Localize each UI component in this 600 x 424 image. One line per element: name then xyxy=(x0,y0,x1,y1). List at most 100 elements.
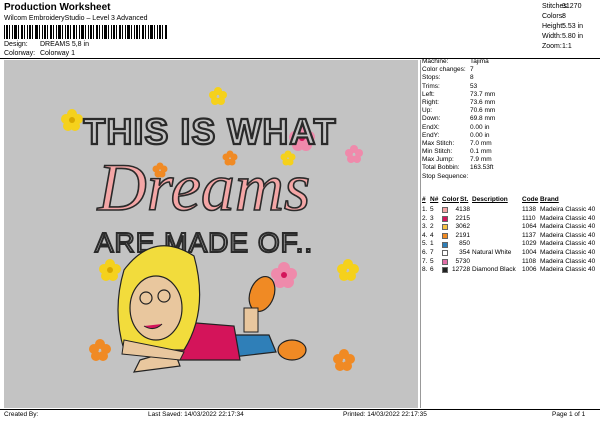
info-max-jump: Max Jump: 7.9 mm xyxy=(422,156,492,164)
info-min-stitch: Min Stitch: 0.1 mm xyxy=(422,148,492,156)
cell-brand: Madeira Classic 40 xyxy=(540,231,596,239)
software-name: Wilcom EmbroideryStudio – Level 3 Advanc… xyxy=(4,15,148,22)
embroidery-artwork: THIS IS WHAT Dreams ARE MADE OF.. xyxy=(61,87,363,373)
footer-printed: Printed: 14/03/2022 22:17:35 xyxy=(343,411,427,418)
stat-stitches: Stitches:31270 xyxy=(542,3,582,10)
stat-height: Height:5.53 in xyxy=(542,23,584,30)
design-value: DREAMS 5,8 in xyxy=(39,41,89,48)
cell-st: 354 xyxy=(459,248,470,256)
col-stitches: St. xyxy=(460,196,469,203)
cell-n: 4. xyxy=(422,231,428,239)
cell-brand: Madeira Classic 40 xyxy=(540,214,596,222)
cell-brand: Madeira Classic 40 xyxy=(540,206,596,213)
cell-n: 6. xyxy=(422,248,428,256)
cell-code: 1108 xyxy=(522,257,536,265)
cell-n2: 4 xyxy=(430,231,434,239)
cell-code: 1137 xyxy=(522,231,536,239)
color-swatch xyxy=(442,215,448,222)
cell-st: 4138 xyxy=(455,206,470,213)
info-trims: Trims: 53 xyxy=(422,82,478,90)
cell-n2: 6 xyxy=(430,266,434,274)
info-machine: Machine: Tajima xyxy=(422,58,489,65)
artwork-line-3: ARE MADE OF.. xyxy=(95,227,313,258)
color-swatch xyxy=(442,267,448,274)
info-left: Left: 73.7 mm xyxy=(422,90,496,98)
stop-sequence-row: 3. 2 3062 1064 Madeira Classic 40 xyxy=(422,223,598,232)
stop-sequence-row: 4. 4 2191 1137 Madeira Classic 40 xyxy=(422,232,598,241)
cell-st: 12728 xyxy=(452,266,471,274)
summary-stats: Stitches:31270 Colors:8 Height:5.53 in W… xyxy=(542,2,600,52)
artwork-line-2: Dreams xyxy=(97,149,311,225)
cell-n: 5. xyxy=(422,240,428,248)
cell-st: 5730 xyxy=(455,257,470,265)
cell-st: 2191 xyxy=(455,231,470,239)
cell-n2: 2 xyxy=(430,223,434,231)
cell-brand: Madeira Classic 40 xyxy=(540,257,596,265)
cell-brand: Madeira Classic 40 xyxy=(540,248,596,256)
cell-st: 850 xyxy=(459,240,470,248)
cell-n2: 1 xyxy=(430,240,434,248)
color-swatch xyxy=(442,250,448,257)
col-color: Color xyxy=(442,196,459,203)
info-right: Right: 73.6 mm xyxy=(422,98,496,106)
cell-n2: 3 xyxy=(430,214,434,222)
colorway-value: Colorway 1 xyxy=(39,50,75,57)
info-total-bobbin: Total Bobbin: 163.53ft xyxy=(422,164,494,172)
cell-code: 1110 xyxy=(522,214,536,222)
cell-code: 1004 xyxy=(522,248,537,256)
footer-created-by: Created By: xyxy=(4,411,39,418)
footer-last-saved: Last Saved: 14/03/2022 22:17:34 xyxy=(148,411,244,418)
stop-sequence-table: 1. 5 4138 1138 Madeira Classic 40 2. 3 2215 1110… xyxy=(422,206,598,275)
cell-n2: 5 xyxy=(430,206,434,213)
stop-sequence-row: 8. 6 12728 Diamond Black 1006 Madeira Classic… xyxy=(422,266,598,275)
cell-code: 1029 xyxy=(522,240,537,248)
cell-st: 3062 xyxy=(455,223,470,231)
cell-n: 8. xyxy=(422,266,428,274)
col-code: Code xyxy=(522,196,539,203)
color-swatch xyxy=(442,207,448,214)
info-endx: EndX: 0.00 in xyxy=(422,123,490,131)
cell-code: 1006 xyxy=(522,266,537,274)
cell-n2: 7 xyxy=(430,248,434,256)
cell-n: 7. xyxy=(422,257,428,265)
design-preview: THIS IS WHAT Dreams ARE MADE OF.. xyxy=(4,60,418,408)
stop-sequence-row: 2. 3 2215 1110 Madeira Classic 40 xyxy=(422,215,598,224)
color-swatch xyxy=(442,241,448,248)
cell-brand: Madeira Classic 40 xyxy=(540,266,596,274)
stop-sequence-row: 6. 7 354 Natural White 1004 Madeira Classic 4… xyxy=(422,249,598,258)
info-stops: Stops: 8 xyxy=(422,74,474,82)
cell-n2: 5 xyxy=(430,257,434,265)
stat-colors: Colors:8 xyxy=(542,13,566,20)
col-description: Description xyxy=(472,196,508,203)
color-swatch xyxy=(442,258,448,265)
col-needle: N# xyxy=(430,196,439,203)
color-swatch xyxy=(442,224,448,231)
page-title: Production Worksheet xyxy=(4,2,111,13)
cell-n: 1. xyxy=(422,206,428,213)
info-color-changes: Color changes: 7 xyxy=(422,66,474,74)
cell-description: Natural White xyxy=(472,248,512,256)
cell-n: 3. xyxy=(422,223,428,231)
info-down: Down: 69.8 mm xyxy=(422,115,496,123)
footer-page: Page 1 of 1 xyxy=(552,411,586,418)
cell-n: 2. xyxy=(422,214,428,222)
stop-sequence-row: 7. 5 5730 1108 Madeira Classic 40 xyxy=(422,258,598,267)
col-brand: Brand xyxy=(540,196,559,203)
info-max-stitch: Max Stitch: 7.0 mm xyxy=(422,139,492,147)
barcode xyxy=(4,25,167,39)
cell-code: 1064 xyxy=(522,223,537,231)
stop-sequence-title: Stop Sequence: xyxy=(422,172,469,180)
design-label: Design: xyxy=(4,41,28,48)
cell-brand: Madeira Classic 40 xyxy=(540,223,596,231)
stat-zoom: Zoom:1:1 xyxy=(542,43,572,50)
design-row: Design: DREAMS 5,8 in xyxy=(4,41,89,48)
stop-sequence-row: 1. 5 4138 1138 Madeira Classic 40 xyxy=(422,206,598,215)
stop-sequence-row: 5. 1 850 1029 Madeira Classic 40 xyxy=(422,240,598,249)
artwork-line-1: THIS IS WHAT xyxy=(83,111,336,152)
col-index: # xyxy=(422,196,426,203)
panel-divider xyxy=(420,60,421,408)
stat-width: Width:5.80 in xyxy=(542,33,584,40)
color-swatch xyxy=(442,232,448,239)
machine-info: Machine: Tajima Color changes: 7 Stops: 8 T… xyxy=(422,58,598,181)
colorway-row: Colorway: Colorway 1 xyxy=(4,50,75,57)
